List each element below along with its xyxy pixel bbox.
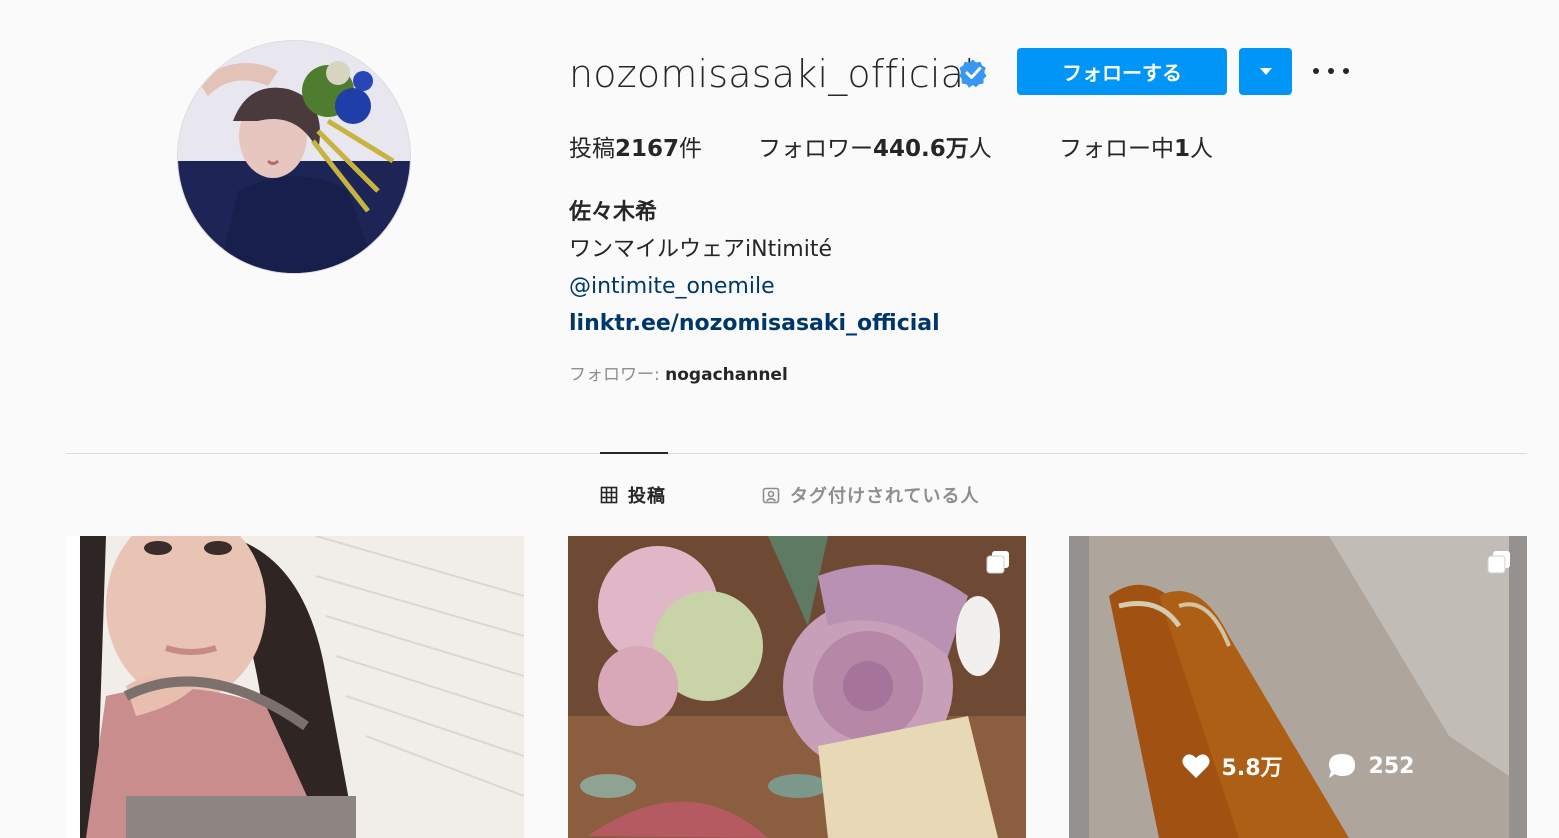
post-hover-overlay — [1069, 536, 1527, 838]
profile-avatar[interactable] — [177, 40, 411, 274]
tab-posts[interactable]: 投稿 — [600, 482, 666, 508]
chevron-down-icon — [1259, 68, 1272, 75]
following-label: フォロー中 — [1059, 136, 1174, 162]
profile-bio: ワンマイルウェアiNtimité — [569, 237, 833, 262]
posts-unit: 件 — [679, 136, 703, 162]
followers-unit: 人 — [968, 136, 992, 162]
suggested-dropdown-button[interactable] — [1239, 48, 1292, 95]
followers-label: フォロワー — [758, 136, 873, 162]
comments-value: 252 — [1368, 753, 1415, 779]
posts-value: 2167 — [615, 136, 680, 162]
followers-count[interactable]: フォロワー440.6万人 — [758, 133, 992, 165]
tabs-divider — [66, 453, 1527, 454]
dot-icon — [1343, 68, 1349, 74]
followed-by[interactable]: フォロワー: nogachannel — [569, 363, 788, 387]
likes-count: 5.8万 — [1182, 750, 1283, 782]
profile-full-name: 佐々木希 — [569, 200, 658, 225]
following-unit: 人 — [1190, 136, 1214, 162]
tagged-icon — [762, 486, 780, 504]
bio-external-link[interactable]: linktr.ee/nozomisasaki_official — [569, 309, 940, 339]
following-value: 1 — [1174, 136, 1191, 162]
followed-by-user: nogachannel — [665, 365, 788, 385]
posts-count: 投稿2167件 — [569, 133, 702, 165]
multiple-images-icon — [986, 551, 1009, 574]
heart-icon — [1182, 754, 1210, 778]
profile-username: nozomisasaki_official — [569, 52, 975, 96]
bio-mention-link[interactable]: @intimite_onemile — [569, 272, 775, 302]
verified-badge-icon — [959, 59, 987, 88]
tab-tagged[interactable]: タグ付けされている人 — [762, 482, 979, 508]
comment-icon — [1328, 754, 1355, 778]
grid-icon — [600, 486, 618, 504]
comments-count: 252 — [1327, 750, 1415, 782]
tab-posts-label: 投稿 — [628, 486, 666, 507]
more-options-button[interactable] — [1313, 56, 1349, 86]
post-thumbnail[interactable] — [568, 536, 1026, 838]
likes-value: 5.8万 — [1221, 756, 1283, 781]
follow-button[interactable]: フォローする — [1017, 48, 1227, 95]
post-thumbnail[interactable]: 5.8万 252 — [1069, 536, 1527, 838]
following-count[interactable]: フォロー中1人 — [1059, 133, 1213, 165]
dot-icon — [1328, 68, 1334, 74]
dot-icon — [1313, 68, 1319, 74]
multiple-images-icon — [1487, 551, 1510, 574]
post-engagement: 5.8万 252 — [1069, 750, 1527, 782]
active-tab-indicator — [600, 452, 668, 454]
post-thumbnail[interactable] — [66, 536, 524, 838]
followed-by-label: フォロワー: — [569, 365, 666, 385]
tab-tagged-label: タグ付けされている人 — [790, 486, 980, 507]
posts-label: 投稿 — [569, 136, 615, 162]
followers-value: 440.6万 — [873, 136, 969, 162]
